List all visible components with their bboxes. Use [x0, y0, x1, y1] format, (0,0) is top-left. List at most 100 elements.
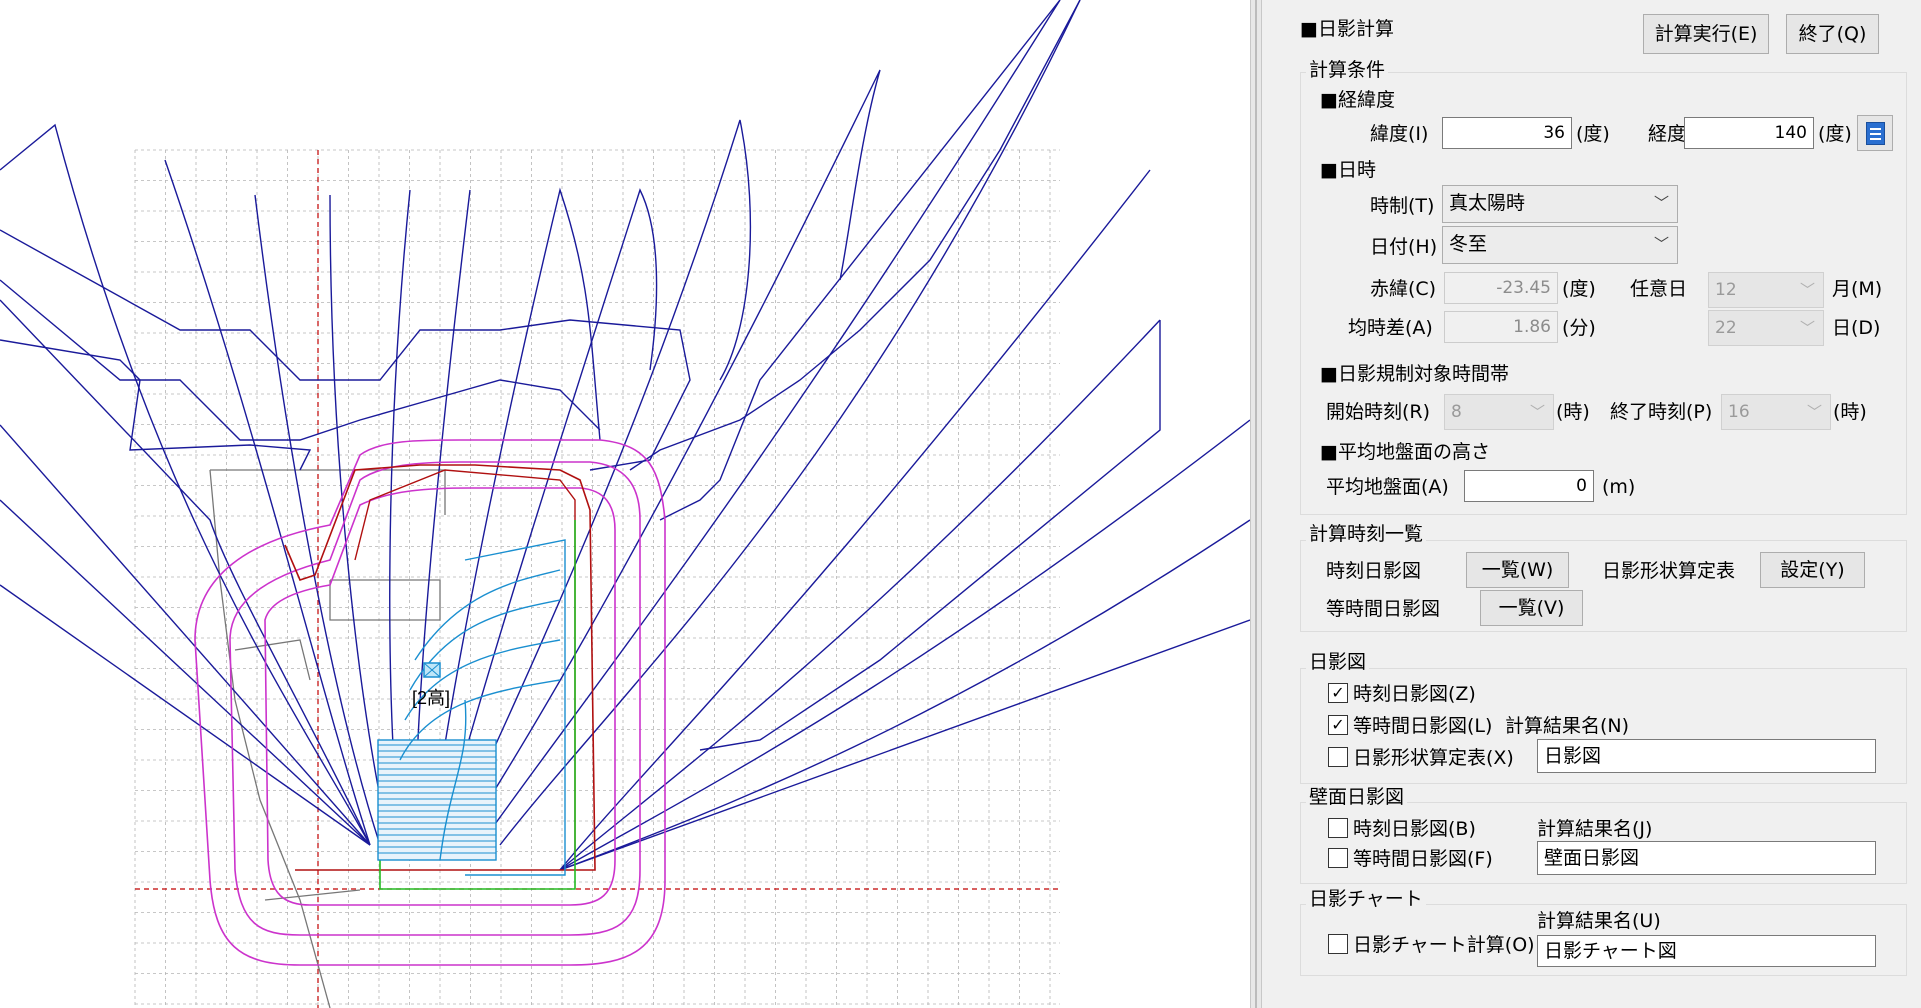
latitude-input[interactable]: 36 [1442, 117, 1572, 149]
selected-vertex-marker[interactable] [423, 662, 441, 678]
shadow-line-22 [0, 229, 691, 471]
reference-axes [135, 150, 1060, 1008]
time-system-label: 時制(T) [1370, 195, 1435, 217]
time-list-legend: 計算時刻一覧 [1306, 522, 1427, 546]
shadow-line-1 [0, 424, 371, 846]
declination-input[interactable]: -23.45 [1444, 272, 1558, 304]
timed-shadow-list-button[interactable]: 一覧(W) [1466, 552, 1569, 588]
chevron-down-icon: ﹀ [1806, 403, 1822, 421]
shadow-drawing-canvas[interactable]: [2高] [0, 0, 1250, 1008]
date-value: 冬至 [1449, 233, 1488, 255]
declination-unit: (度) [1562, 278, 1596, 300]
document-list-button[interactable] [1857, 115, 1893, 151]
grid-lines [134, 149, 1060, 1008]
date-select[interactable]: 冬至 ﹀ [1442, 226, 1678, 264]
shadow-line-16 [499, 0, 1081, 846]
exit-button[interactable]: 終了(Q) [1786, 14, 1879, 54]
declination-label: 赤緯(C) [1370, 278, 1437, 300]
shadow-map-result-name-label: 計算結果名(N) [1505, 715, 1630, 737]
chart-result-name-input[interactable]: 日影チャート図 [1537, 935, 1876, 967]
shadow-chart-calc-label: 日影チャート計算(O) [1353, 934, 1535, 956]
shadow-line-17 [559, 169, 1151, 871]
chevron-down-icon: ﹀ [1799, 319, 1815, 337]
start-time-select[interactable]: 8 ﹀ [1444, 394, 1554, 430]
start-time-unit: (時) [1556, 401, 1590, 423]
wall-equal-time-shadow-label: 等時間日影図(F) [1353, 848, 1493, 870]
wall-equal-time-shadow-checkbox[interactable] [1328, 848, 1348, 868]
shadow-line-18 [559, 319, 1161, 871]
month-select[interactable]: 12 ﹀ [1708, 272, 1824, 308]
shadow-line-24 [0, 339, 312, 471]
panel-splitter[interactable] [1250, 0, 1262, 1008]
end-time-label: 終了時刻(P) [1610, 401, 1713, 423]
timed-shadow-list-label: 時刻日影図 [1326, 560, 1422, 582]
building-height-label: [2高] [412, 688, 450, 708]
shadow-diagram-svg: [2高] [0, 0, 1250, 1008]
latitude-unit: (度) [1576, 123, 1610, 145]
day-value: 22 [1715, 318, 1737, 338]
datetime-heading: ■日時 [1320, 159, 1376, 181]
end-time-select[interactable]: 16 ﹀ [1721, 394, 1831, 430]
time-system-select[interactable]: 真太陽時 ﹀ [1442, 185, 1678, 223]
equal-time-list-button[interactable]: 一覧(V) [1480, 590, 1583, 626]
shadow-line-14 [459, 69, 881, 846]
chevron-down-icon: ﹀ [1529, 403, 1545, 421]
timed-shadow-checkbox[interactable]: ✓ [1328, 683, 1348, 703]
shadow-line-20 [559, 519, 1250, 871]
eot-unit: (分) [1562, 317, 1596, 339]
month-value: 12 [1715, 280, 1737, 300]
latitude-label: 緯度(I) [1370, 123, 1429, 145]
splitter-grip [1255, 0, 1257, 1008]
ground-heading: ■平均地盤面の高さ [1320, 441, 1490, 463]
latlon-heading: ■経緯度 [1320, 89, 1395, 111]
shadow-line-4 [0, 299, 371, 846]
day-select[interactable]: 22 ﹀ [1708, 310, 1824, 346]
day-unit: 日(D) [1832, 317, 1881, 339]
date-label: 日付(H) [1370, 236, 1438, 258]
ground-unit: (m) [1602, 476, 1636, 498]
month-unit: 月(M) [1832, 278, 1883, 300]
shadow-line-21 [559, 619, 1250, 871]
any-day-label: 任意日 [1630, 278, 1688, 300]
shadow-table-checkbox[interactable] [1328, 747, 1348, 767]
shadow-chart-calc-checkbox[interactable] [1328, 934, 1348, 954]
run-calculation-button[interactable]: 計算実行(E) [1643, 14, 1769, 54]
end-time-value: 16 [1728, 402, 1750, 422]
chart-result-name-label: 計算結果名(U) [1537, 910, 1661, 932]
eot-input[interactable]: 1.86 [1444, 311, 1558, 343]
document-list-icon [1866, 122, 1885, 145]
chevron-down-icon: ﹀ [1653, 194, 1669, 212]
regulated-heading: ■日影規制対象時間帯 [1320, 363, 1509, 385]
shadow-map-result-name-input[interactable]: 日影図 [1537, 739, 1876, 773]
shadow-chart-legend: 日影チャート [1306, 887, 1426, 911]
panel-title: ■日影計算 [1300, 18, 1394, 40]
wall-timed-shadow-label: 時刻日影図(B) [1353, 818, 1476, 840]
shadow-map-legend: 日影図 [1306, 650, 1370, 674]
equal-time-list-label: 等時間日影図 [1326, 598, 1441, 620]
wall-timed-shadow-checkbox[interactable] [1328, 818, 1348, 838]
building-footprint [377, 539, 566, 876]
shadow-line-27 [629, 0, 1081, 471]
shadow-line-23 [0, 279, 601, 441]
shadow-table-settings-button[interactable]: 設定(Y) [1760, 552, 1865, 588]
end-time-unit: (時) [1833, 401, 1867, 423]
shadow-line-25 [699, 320, 1161, 751]
chevron-down-icon: ﹀ [1799, 281, 1815, 299]
eot-label: 均時差(A) [1348, 317, 1433, 339]
shadow-line-3 [0, 584, 371, 846]
chevron-down-icon: ﹀ [1653, 235, 1669, 253]
shadow-line-15 [479, 0, 1061, 846]
longitude-unit: (度) [1818, 123, 1852, 145]
calc-conditions-legend: 計算条件 [1306, 58, 1389, 82]
ground-label: 平均地盤面(A) [1326, 476, 1449, 498]
shadow-table-label: 日影形状算定表 [1602, 560, 1736, 582]
time-system-value: 真太陽時 [1449, 192, 1526, 214]
equal-time-shadow-label: 等時間日影図(L) [1353, 715, 1493, 737]
start-time-value: 8 [1451, 402, 1462, 422]
equal-time-shadow-checkbox[interactable]: ✓ [1328, 715, 1348, 735]
ground-input[interactable]: 0 [1464, 470, 1594, 502]
shadow-calc-panel: ■日影計算 計算実行(E) 終了(Q) 計算条件 ■経緯度 緯度(I) 36 (… [1262, 0, 1921, 1008]
wall-result-name-input[interactable]: 壁面日影図 [1537, 841, 1876, 875]
longitude-input[interactable]: 140 [1684, 117, 1814, 149]
shadow-line-5 [0, 123, 371, 846]
